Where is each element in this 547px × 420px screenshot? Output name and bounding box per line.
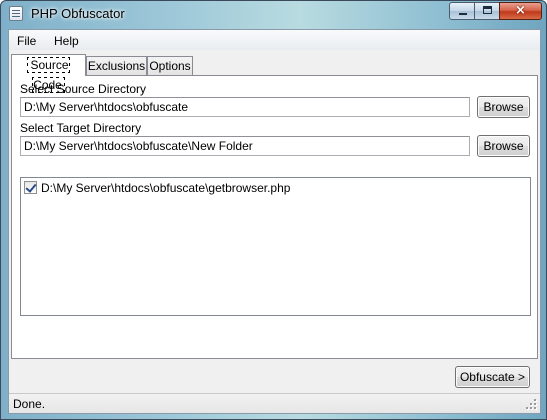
client-area: File Help Source Code Exclusions Options… bbox=[8, 29, 541, 414]
target-directory-label: Select Target Directory bbox=[20, 121, 142, 135]
source-directory-input[interactable] bbox=[20, 97, 470, 117]
target-directory-input[interactable] bbox=[20, 136, 470, 156]
close-button[interactable]: × bbox=[499, 2, 542, 20]
browse-target-button[interactable]: Browse bbox=[477, 135, 530, 157]
document-icon[interactable] bbox=[9, 6, 23, 21]
tab-exclusions-label: Exclusions bbox=[87, 59, 146, 73]
status-text: Done. bbox=[13, 397, 46, 411]
list-item[interactable]: D:\My Server\htdocs\obfuscate\getbrowser… bbox=[24, 180, 504, 196]
source-code-panel: Select Source Directory Browse Select Ta… bbox=[11, 75, 538, 359]
checkbox-checked-icon[interactable] bbox=[24, 181, 37, 194]
resize-grip-icon[interactable] bbox=[526, 399, 538, 411]
minimize-button[interactable] bbox=[449, 2, 475, 20]
tab-exclusions[interactable]: Exclusions bbox=[86, 56, 147, 75]
menu-help[interactable]: Help bbox=[54, 34, 79, 48]
maximize-button[interactable] bbox=[474, 2, 500, 20]
obfuscate-button[interactable]: Obfuscate > bbox=[455, 366, 530, 388]
tab-source-code-label: Source Code bbox=[27, 57, 70, 93]
file-path: D:\My Server\htdocs\obfuscate\getbrowser… bbox=[41, 181, 291, 195]
app-window: PHP Obfuscator × File Help Source Code E… bbox=[0, 0, 547, 420]
status-bar: Done. bbox=[9, 393, 540, 413]
tab-options[interactable]: Options bbox=[147, 56, 193, 75]
minimize-icon bbox=[459, 13, 467, 15]
tab-options-label: Options bbox=[149, 59, 191, 73]
tab-source-code[interactable]: Source Code bbox=[11, 54, 86, 93]
browse-source-button[interactable]: Browse bbox=[477, 96, 530, 118]
menu-bar: File Help bbox=[9, 30, 540, 50]
menu-file[interactable]: File bbox=[17, 34, 36, 48]
file-list[interactable]: D:\My Server\htdocs\obfuscate\getbrowser… bbox=[20, 177, 531, 316]
maximize-icon bbox=[483, 6, 492, 14]
title-bar[interactable]: PHP Obfuscator × bbox=[1, 1, 546, 27]
close-icon: × bbox=[515, 3, 526, 18]
window-title: PHP Obfuscator bbox=[31, 6, 125, 21]
